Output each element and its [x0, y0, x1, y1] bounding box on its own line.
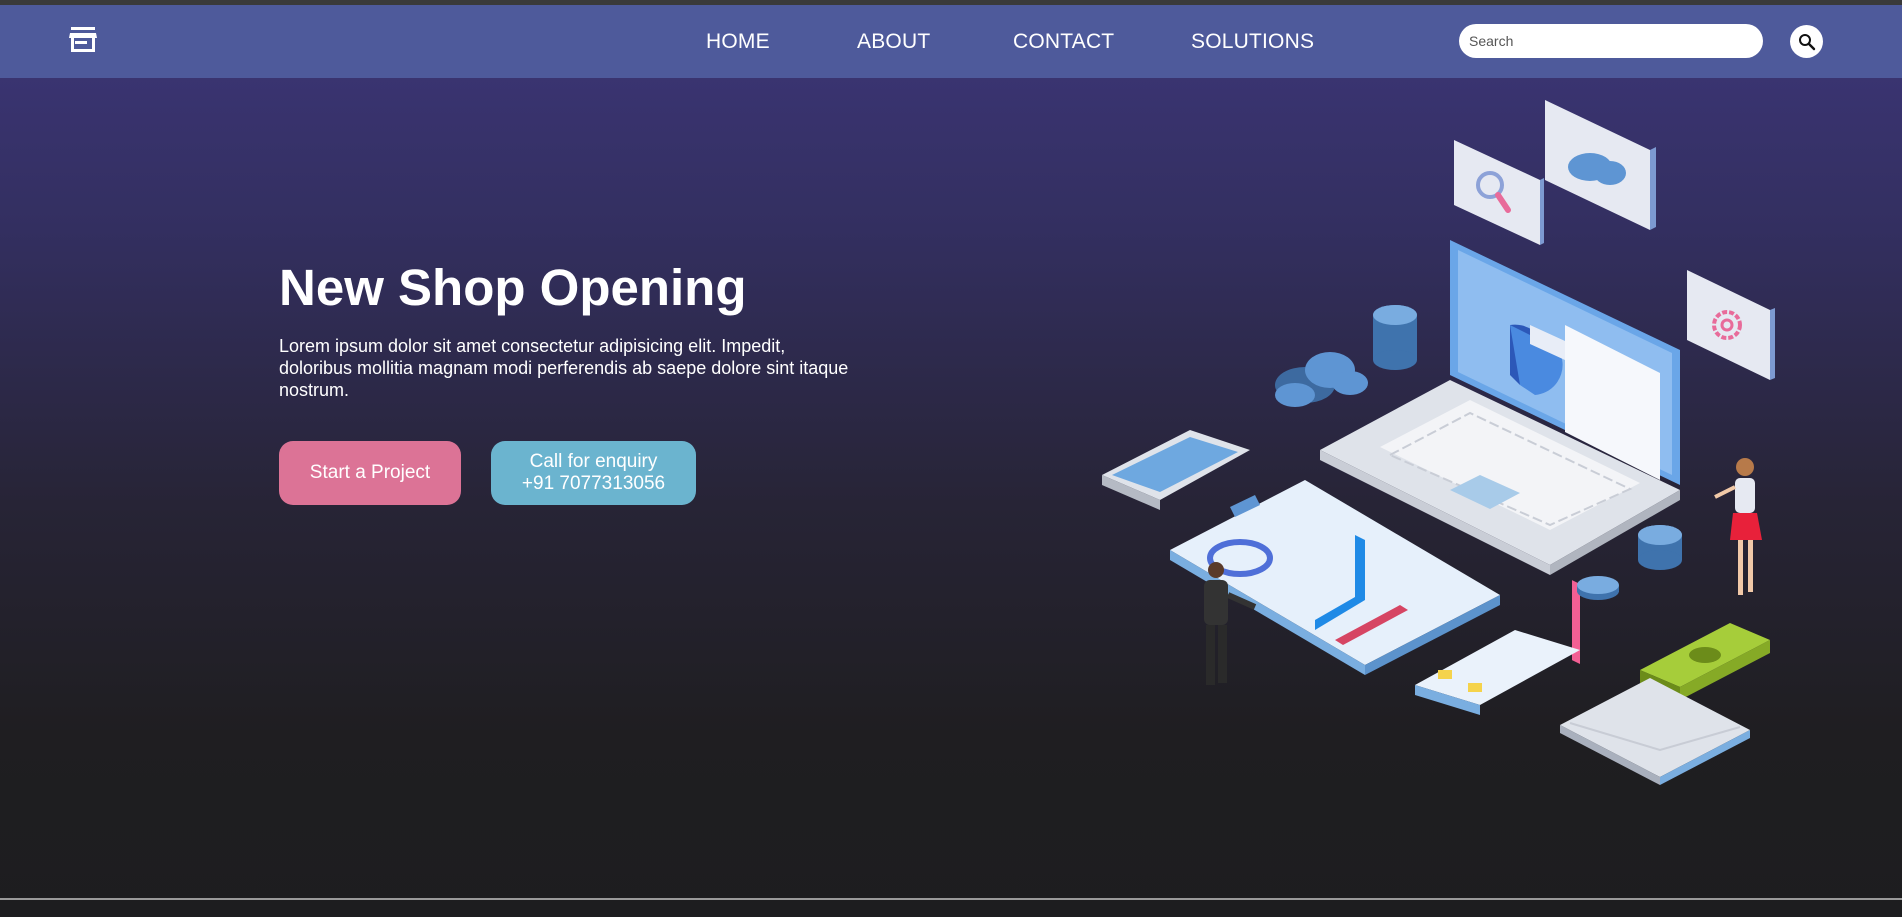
navbar: HOME ABOUT CONTACT SOLUTIONS — [0, 5, 1902, 78]
call-enquiry-button[interactable]: Call for enquiry +91 7077313056 — [491, 441, 696, 505]
magnifier-card-icon — [1454, 140, 1544, 245]
envelope-icon — [1560, 678, 1750, 785]
nav-about-link[interactable]: ABOUT — [857, 30, 930, 54]
cloud-icon — [1275, 352, 1368, 407]
nav-home-link[interactable]: HOME — [706, 30, 770, 54]
store-icon[interactable] — [68, 25, 98, 55]
gear-card-icon — [1687, 270, 1775, 380]
start-project-button[interactable]: Start a Project — [279, 441, 461, 505]
search-input[interactable] — [1459, 24, 1763, 58]
nav-solutions-link[interactable]: SOLUTIONS — [1191, 30, 1314, 54]
blue-coin-stack-icon — [1373, 305, 1417, 370]
search-icon — [1798, 33, 1816, 51]
nav-contact-link[interactable]: CONTACT — [1013, 30, 1114, 54]
call-enquiry-label: Call for enquiry — [529, 451, 658, 472]
call-enquiry-phone: +91 7077313056 — [521, 473, 666, 494]
search-button[interactable] — [1790, 25, 1823, 58]
bottom-border — [0, 898, 1902, 900]
smartphone-icon — [1102, 430, 1250, 510]
cloud-card-icon — [1545, 100, 1656, 230]
isometric-business-illustration — [1102, 100, 1775, 785]
card-device-icon — [1415, 630, 1580, 715]
businesswoman-figure — [1714, 458, 1762, 595]
hero-description: Lorem ipsum dolor sit amet consectetur a… — [279, 336, 849, 400]
hero-title: New Shop Opening — [279, 259, 747, 316]
